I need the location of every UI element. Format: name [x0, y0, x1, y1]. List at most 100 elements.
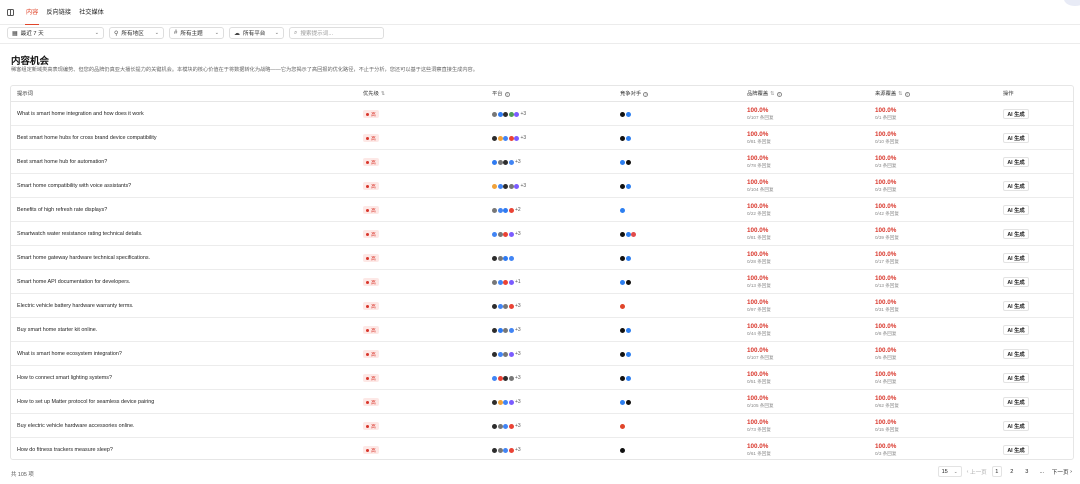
- topic-select[interactable]: # 所有主题 ⌄: [169, 27, 224, 39]
- brand-gap-detail: 0/81 条回复: [747, 235, 771, 240]
- platform-logo-icon: [508, 255, 514, 261]
- priority-badge: 高: [363, 230, 379, 238]
- competitor-icons: [620, 231, 637, 237]
- date-range-select[interactable]: ▦ 最近 7 天 ⌄: [7, 27, 104, 39]
- header-brand-gap[interactable]: 品牌覆盖 ⇅?: [747, 86, 782, 102]
- sort-icon[interactable]: ⇅: [898, 91, 902, 97]
- platform-logo-icon: [492, 423, 497, 429]
- ai-generate-button[interactable]: AI 生成: [1003, 373, 1029, 383]
- platform-logo-icon: [503, 279, 508, 285]
- action-cell: AI 生成: [1003, 102, 1029, 126]
- tab-content[interactable]: 内容: [22, 0, 42, 25]
- ai-generate-button[interactable]: AI 生成: [1003, 157, 1029, 167]
- competitor-icons: [620, 351, 631, 357]
- ai-generate-button[interactable]: AI 生成: [1003, 181, 1029, 191]
- source-gap-percent: 100.0%: [875, 107, 897, 114]
- help-icon[interactable]: ?: [504, 91, 510, 97]
- chevron-down-icon: ⌄: [154, 30, 159, 36]
- prev-page-button[interactable]: ‹ 上一页: [967, 466, 987, 477]
- platform-logo-icon: [497, 231, 503, 237]
- table-row: What is smart home integration and how d…: [11, 102, 1073, 126]
- search-input[interactable]: ⌕ 搜索提示词...: [289, 27, 384, 39]
- filter-bar: ▦ 最近 7 天 ⌄ ⚲ 所有地区 ⌄ # 所有主题 ⌄ ☁ 所有平台 ⌄ ⌕ …: [7, 27, 384, 39]
- platform-logo-icon: [508, 351, 514, 357]
- page-1-button[interactable]: 1: [991, 466, 1002, 477]
- table-row: Best smart home hubs for cross brand dev…: [11, 126, 1073, 150]
- priority-cell: 高: [363, 318, 379, 342]
- source-gap-percent: 100.0%: [875, 155, 897, 162]
- page-3-button[interactable]: 3: [1022, 466, 1032, 477]
- header-source-gap[interactable]: 来源覆盖 ⇅?: [875, 86, 910, 102]
- page-description: 稀客组定新域类高表现编势、但您的品牌仍真亚大播长提力的关键机会。本模块的核心价值…: [11, 67, 478, 73]
- table-row: Smart home API documentation for develop…: [11, 270, 1073, 294]
- ai-generate-button[interactable]: AI 生成: [1003, 349, 1029, 359]
- brand-gap-cell: 100.0% 0/28 条回复: [747, 246, 771, 270]
- source-gap-detail: 0/31 条回复: [875, 307, 899, 312]
- ai-generate-button[interactable]: AI 生成: [1003, 133, 1029, 143]
- tab-social-media[interactable]: 社交媒体: [75, 0, 108, 25]
- competitor-cell: [620, 414, 626, 438]
- tab-bar: 内容 反向链接 社交媒体: [22, 0, 108, 25]
- source-gap-cell: 100.0% 0/39 条回复: [875, 222, 899, 246]
- ai-generate-button[interactable]: AI 生成: [1003, 205, 1029, 215]
- page-2-button[interactable]: 2: [1007, 466, 1017, 477]
- brand-gap-cell: 100.0% 0/61 条回复: [747, 438, 771, 462]
- region-select[interactable]: ⚲ 所有地区 ⌄: [109, 27, 164, 39]
- competitor-cell: [620, 318, 631, 342]
- brand-gap-cell: 100.0% 0/22 条回复: [747, 198, 771, 222]
- priority-cell: 高: [363, 222, 379, 246]
- platform-logo-icon: [497, 447, 503, 453]
- competitor-cell: [620, 246, 631, 270]
- chevron-down-icon: ⌄: [274, 30, 279, 36]
- tab-backlinks[interactable]: 反向链接: [42, 0, 75, 25]
- brand-gap-cell: 100.0% 0/81 条回复: [747, 126, 771, 150]
- priority-cell: 高: [363, 342, 379, 366]
- platform-logo-icon: [508, 375, 514, 381]
- competitor-logo-icon: [625, 279, 631, 285]
- competitor-icons: [620, 327, 631, 333]
- ai-generate-button[interactable]: AI 生成: [1003, 301, 1029, 311]
- priority-cell: 高: [363, 246, 379, 270]
- action-cell: AI 生成: [1003, 126, 1029, 150]
- more-platforms-count: +3: [515, 159, 521, 165]
- ai-generate-button[interactable]: AI 生成: [1003, 421, 1029, 431]
- platform-logo-icon: [492, 375, 497, 381]
- header-priority[interactable]: 优先级 ⇅: [363, 86, 385, 102]
- more-platforms-count: +3: [520, 135, 527, 141]
- platform-logo-icon: [503, 399, 508, 405]
- next-page-button[interactable]: 下一页 ›: [1052, 466, 1072, 477]
- priority-cell: 高: [363, 174, 379, 198]
- source-gap-detail: 0/3 条回复: [875, 451, 897, 456]
- chevron-down-icon: ⌄: [953, 468, 958, 474]
- sidebar-toggle-icon[interactable]: [7, 9, 14, 16]
- ai-generate-button[interactable]: AI 生成: [1003, 253, 1029, 263]
- sort-icon[interactable]: ⇅: [381, 91, 385, 97]
- page-ellipsis[interactable]: ...: [1037, 466, 1047, 477]
- source-gap-detail: 0/17 条回复: [875, 259, 899, 264]
- platform-select[interactable]: ☁ 所有平台 ⌄: [229, 27, 284, 39]
- help-icon[interactable]: ?: [776, 91, 782, 97]
- ai-generate-button[interactable]: AI 生成: [1003, 277, 1029, 287]
- ai-generate-button[interactable]: AI 生成: [1003, 229, 1029, 239]
- prompt-text: Electric vehicle battery hardware warran…: [17, 303, 134, 309]
- ai-generate-button[interactable]: AI 生成: [1003, 397, 1029, 407]
- priority-cell: 高: [363, 294, 379, 318]
- source-gap-percent: 100.0%: [875, 203, 897, 210]
- help-icon[interactable]: ?: [643, 91, 649, 97]
- top-bar: 内容 反向链接 社交媒体: [0, 0, 1080, 25]
- ai-generate-button[interactable]: AI 生成: [1003, 445, 1029, 455]
- priority-badge: 高: [363, 206, 379, 214]
- prompt-text: How to set up Matter protocol for seamle…: [17, 399, 155, 405]
- ai-generate-button[interactable]: AI 生成: [1003, 109, 1029, 119]
- page-size-select[interactable]: 15 ⌄: [937, 466, 962, 477]
- brand-gap-cell: 100.0% 0/13 条回复: [747, 270, 771, 294]
- brand-gap-percent: 100.0%: [747, 419, 769, 426]
- platform-logo-icon: [492, 351, 497, 357]
- sort-icon[interactable]: ⇅: [770, 91, 774, 97]
- prompt-text: How to connect smart lighting systems?: [17, 375, 112, 381]
- avatar[interactable]: [1064, 0, 1080, 6]
- platform-logo-icon: [503, 135, 508, 141]
- help-icon[interactable]: ?: [904, 91, 910, 97]
- ai-generate-button[interactable]: AI 生成: [1003, 325, 1029, 335]
- platform-logo-icon: [503, 231, 508, 237]
